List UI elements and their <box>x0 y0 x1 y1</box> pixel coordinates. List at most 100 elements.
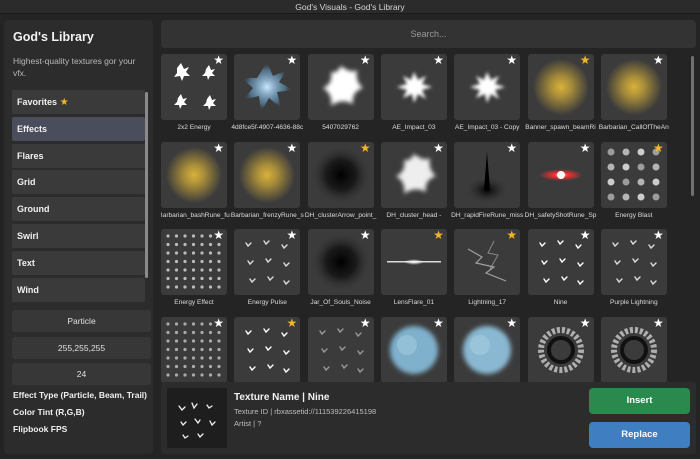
texture-thumbnail: ★ <box>161 229 227 295</box>
texture-item[interactable]: ★ <box>600 316 670 387</box>
favorite-star-icon[interactable]: ★ <box>287 229 298 242</box>
library-subtitle: Highest-quality textures gor your vfx. <box>13 56 136 78</box>
texture-item[interactable]: ★ AE_Impact_03 <box>380 54 450 131</box>
favorite-star-icon[interactable]: ★ <box>506 54 517 67</box>
favorite-star-icon[interactable]: ★ <box>653 229 664 242</box>
texture-name-label: 4d8fce5f-4907-4636-88c <box>231 124 304 131</box>
favorite-star-icon[interactable]: ★ <box>213 142 224 155</box>
texture-name-label: DH_cluster_head - <box>386 211 442 219</box>
favorite-star-icon[interactable]: ★ <box>433 229 444 242</box>
favorite-star-icon[interactable]: ★ <box>506 229 517 242</box>
texture-item[interactable]: ★ Energy Pulse <box>234 229 303 306</box>
texture-item[interactable]: ★ Energy Effect <box>161 229 230 306</box>
texture-item[interactable]: ★ <box>380 316 450 387</box>
favorite-star-icon[interactable]: ★ <box>580 142 591 155</box>
favorite-star-icon[interactable]: ★ <box>360 317 371 330</box>
texture-item[interactable]: ★ Banner_spawn_beamRi <box>525 54 597 131</box>
sidebar: God's Library Highest-quality textures g… <box>4 20 153 454</box>
favorite-star-icon[interactable]: ★ <box>360 142 371 155</box>
favorite-star-icon[interactable]: ★ <box>360 229 371 242</box>
texture-thumbnail: ★ <box>234 54 301 120</box>
favorite-star-icon[interactable]: ★ <box>433 142 444 155</box>
category-flares[interactable]: Flares <box>12 143 145 168</box>
texture-thumbnail: ★ <box>234 316 301 383</box>
favorite-star-icon[interactable]: ★ <box>360 54 371 67</box>
favorite-star-icon: ★ <box>57 97 69 108</box>
texture-item[interactable]: ★ 5407029762 <box>307 54 377 131</box>
texture-name-label: Energy Blast <box>615 211 653 219</box>
texture-name-label: 5407029762 <box>322 124 359 131</box>
favorite-star-icon[interactable]: ★ <box>213 54 224 67</box>
texture-thumbnail: ★ <box>454 141 521 208</box>
texture-item[interactable]: ★ DH_clusterArrow_point_ <box>305 141 377 219</box>
texture-item[interactable]: ★ LensFlare_01 <box>380 229 450 306</box>
texture-thumbnail: ★ <box>527 229 594 295</box>
favorite-star-icon[interactable]: ★ <box>653 142 664 155</box>
color-tint-input[interactable]: 255,255,255 <box>12 337 151 359</box>
texture-thumbnail: ★ <box>380 316 447 383</box>
favorite-star-icon[interactable]: ★ <box>433 317 444 330</box>
texture-item[interactable]: ★ DH_rapidFireRune_miss <box>451 141 523 219</box>
favorite-star-icon[interactable]: ★ <box>580 54 591 67</box>
texture-thumbnail: ★ <box>600 316 667 383</box>
grid-scrollbar[interactable] <box>691 56 694 196</box>
category-swirl[interactable]: Swirl <box>12 223 145 248</box>
favorite-star-icon[interactable]: ★ <box>653 54 664 67</box>
insert-button[interactable]: Insert <box>589 388 690 414</box>
texture-item[interactable]: ★ Barbarian_CallOfTheAn <box>599 54 670 131</box>
category-label: Flares <box>17 150 44 161</box>
texture-item[interactable]: ★ DH_cluster_head - <box>380 141 450 219</box>
favorite-star-icon[interactable]: ★ <box>287 142 298 155</box>
favorite-star-icon[interactable]: ★ <box>653 317 664 330</box>
category-favorites[interactable]: Favorites ★ <box>12 90 145 114</box>
texture-item[interactable]: ★ AE_Impact_03 - Copy <box>454 54 523 131</box>
texture-item[interactable]: ★ Energy Blast <box>600 141 670 219</box>
texture-name-label: DH_safetyShotRune_Sp <box>524 211 597 219</box>
flipbook-fps-label: Flipbook FPS <box>13 424 68 434</box>
texture-thumbnail: ★ <box>380 54 447 120</box>
texture-item[interactable]: ★ <box>527 316 597 387</box>
flipbook-fps-input[interactable]: 24 <box>12 363 151 385</box>
texture-item[interactable]: ★ Barbarian_bashRune_fu <box>161 141 230 219</box>
texture-name-label: Nine <box>553 299 568 306</box>
texture-thumbnail: ★ <box>161 141 227 208</box>
category-effects[interactable]: Effects <box>12 116 145 141</box>
texture-item[interactable]: ★ Barbarian_frenzyRune_s <box>231 141 304 219</box>
category-label: Wind <box>17 284 39 295</box>
favorite-star-icon[interactable]: ★ <box>287 54 298 67</box>
texture-item[interactable]: ★ Jar_Of_Souls_Noise <box>307 229 377 306</box>
window-title: God's Visuals - God's Library <box>295 2 405 12</box>
favorite-star-icon[interactable]: ★ <box>506 317 517 330</box>
favorite-star-icon[interactable]: ★ <box>506 142 517 155</box>
texture-name: Texture Name | Nine <box>234 392 330 403</box>
texture-item[interactable]: ★ <box>307 316 377 387</box>
favorite-star-icon[interactable]: ★ <box>580 229 591 242</box>
category-wind[interactable]: Wind <box>12 277 145 302</box>
category-text[interactable]: Text <box>12 250 145 275</box>
texture-item[interactable]: ★ <box>234 316 303 387</box>
category-grid[interactable]: Grid <box>12 170 145 195</box>
texture-item[interactable]: ★ <box>454 316 523 387</box>
texture-thumbnail: ★ <box>600 54 667 120</box>
effect-type-input[interactable]: Particle <box>12 310 151 332</box>
favorite-star-icon[interactable]: ★ <box>433 54 444 67</box>
texture-item[interactable]: ★ Nine <box>527 229 597 306</box>
texture-item[interactable]: ★ Lightning_17 <box>454 229 523 306</box>
favorite-star-icon[interactable]: ★ <box>213 229 224 242</box>
texture-item[interactable]: ★ <box>161 316 230 387</box>
texture-item[interactable]: ★ DH_safetyShotRune_Sp <box>525 141 597 219</box>
search-input[interactable]: Search... <box>161 20 696 48</box>
replace-button[interactable]: Replace <box>589 422 690 448</box>
texture-item[interactable]: ★ 4d8fce5f-4907-4636-88c <box>231 54 303 131</box>
favorite-star-icon[interactable]: ★ <box>580 317 591 330</box>
favorite-star-icon[interactable]: ★ <box>287 317 298 330</box>
texture-name-label: DH_clusterArrow_point_ <box>304 211 377 219</box>
category-ground[interactable]: Ground <box>12 197 145 222</box>
texture-thumbnail: ★ <box>527 141 594 208</box>
texture-name-label: DH_rapidFireRune_miss <box>451 211 524 219</box>
favorite-star-icon[interactable]: ★ <box>213 317 224 330</box>
texture-item[interactable]: ★ Purple Lightning <box>600 229 670 306</box>
category-label: Text <box>17 257 35 268</box>
category-scrollbar[interactable] <box>145 92 148 278</box>
texture-item[interactable]: ★ 2x2 Energy <box>161 54 230 131</box>
